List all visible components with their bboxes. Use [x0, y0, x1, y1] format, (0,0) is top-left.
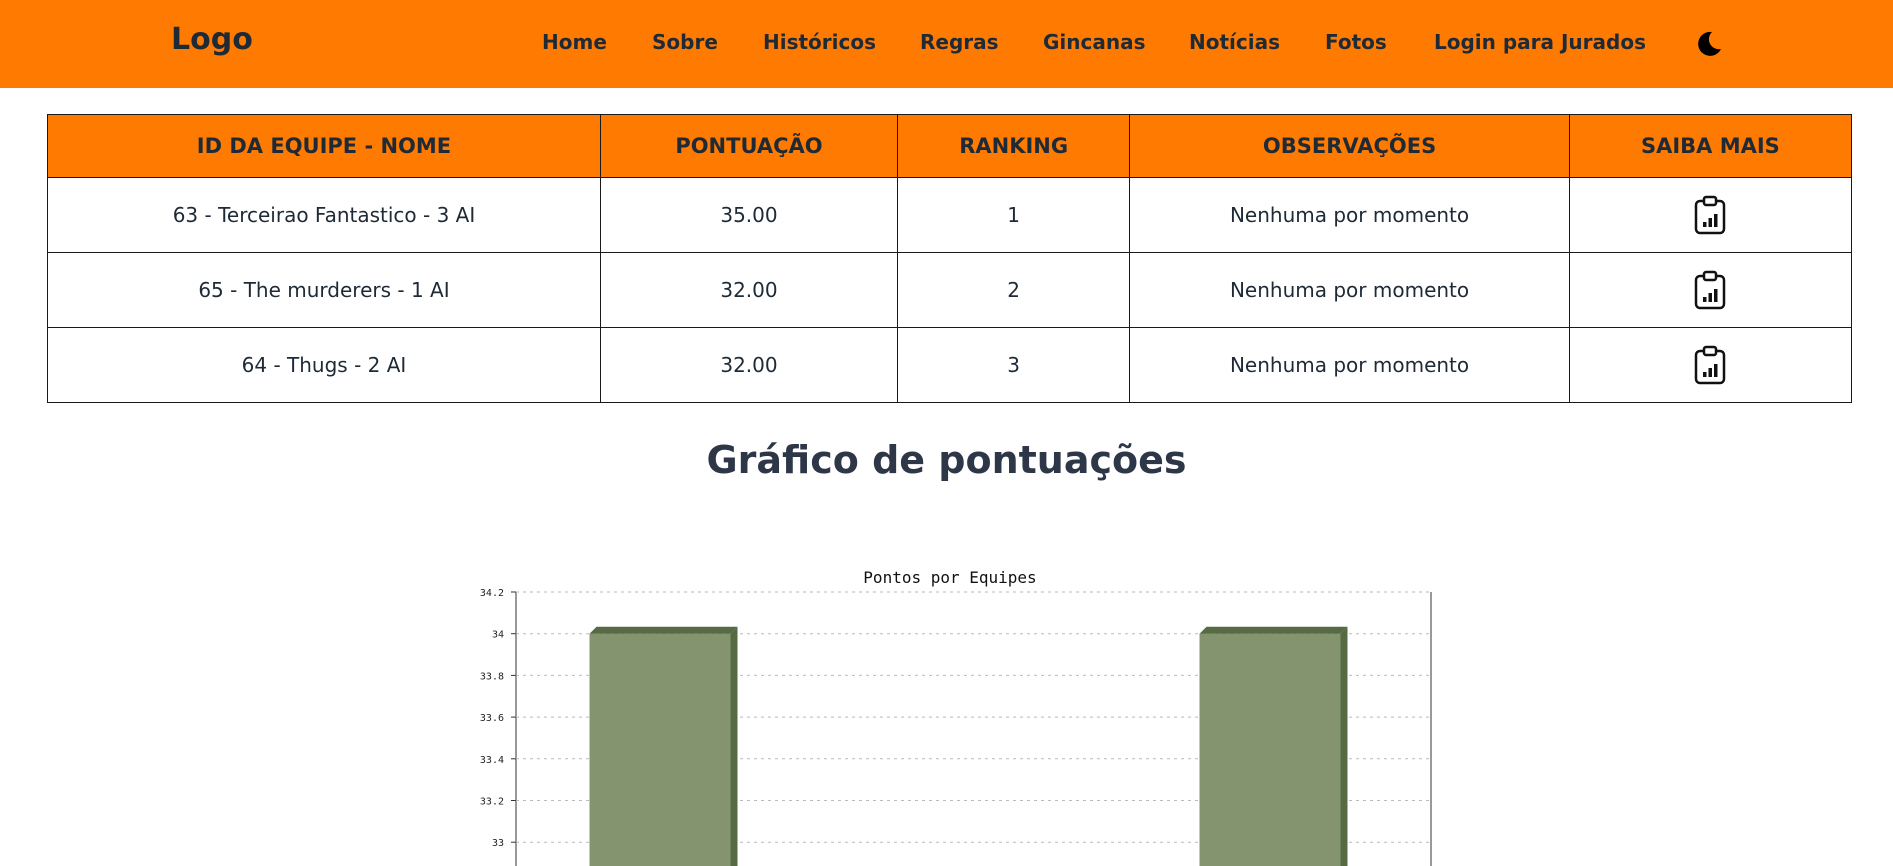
score-cell: 32.00 [599, 252, 898, 328]
ranking-table: ID DA EQUIPE - NOME PONTUAÇÃO RANKING OB… [47, 114, 1853, 403]
nav-noticias-link[interactable]: Notícias [1189, 30, 1280, 54]
team-cell: 64 - Thugs - 2 AI [47, 327, 601, 403]
chart-bar [589, 633, 731, 866]
chart-bar-side [730, 626, 738, 866]
y-tick-label: 33 [492, 838, 504, 849]
top-navbar: Logo Home Sobre Históricos Regras Gincan… [0, 0, 1893, 88]
y-tick-label: 33.6 [480, 713, 504, 724]
y-tick-label: 34.2 [480, 588, 504, 599]
nav-home-link[interactable]: Home [542, 30, 607, 54]
table-row: 64 - Thugs - 2 AI 32.00 3 Nenhuma por mo… [47, 327, 1853, 403]
more-cell [1568, 177, 1853, 253]
team-cell: 63 - Terceirao Fantastico - 3 AI [47, 177, 601, 253]
chart-bar-top [589, 626, 738, 634]
chart-canvas: 34.2 34 33.8 33.6 33.4 33.2 33 [480, 588, 1432, 866]
nav-historicos-link[interactable]: Históricos [763, 30, 876, 54]
y-tick-label: 33.8 [480, 671, 504, 682]
y-tick-label: 33.2 [480, 797, 504, 808]
chart-bar [1199, 633, 1341, 866]
chart-bar-top [1199, 626, 1348, 634]
rank-cell: 2 [896, 252, 1131, 328]
clipboard-chart-icon[interactable] [1693, 270, 1727, 310]
y-tick-label: 34 [492, 630, 504, 641]
col-header-ranking: RANKING [896, 114, 1131, 178]
table-header-row: ID DA EQUIPE - NOME PONTUAÇÃO RANKING OB… [47, 114, 1853, 178]
moon-icon[interactable] [1694, 29, 1724, 59]
nav-regras-link[interactable]: Regras [920, 30, 999, 54]
score-cell: 35.00 [599, 177, 898, 253]
nav-gincanas-link[interactable]: Gincanas [1043, 30, 1146, 54]
rank-cell: 3 [896, 327, 1131, 403]
nav-fotos-link[interactable]: Fotos [1325, 30, 1387, 54]
section-title: Gráfico de pontuações [706, 438, 1187, 482]
notes-cell: Nenhuma por momento [1129, 177, 1570, 253]
col-header-notes: OBSERVAÇÕES [1129, 114, 1570, 178]
table-row: 63 - Terceirao Fantastico - 3 AI 35.00 1… [47, 177, 1853, 253]
score-cell: 32.00 [599, 327, 898, 403]
nav-sobre-link[interactable]: Sobre [652, 30, 718, 54]
y-tick-label: 33.4 [480, 755, 504, 766]
team-cell: 65 - The murderers - 1 AI [47, 252, 601, 328]
chart-bar-side [1340, 626, 1348, 866]
table-row: 65 - The murderers - 1 AI 32.00 2 Nenhum… [47, 252, 1853, 328]
more-cell [1568, 327, 1853, 403]
clipboard-chart-icon[interactable] [1693, 195, 1727, 235]
col-header-score: PONTUAÇÃO [599, 114, 898, 178]
notes-cell: Nenhuma por momento [1129, 327, 1570, 403]
more-cell [1568, 252, 1853, 328]
col-header-team: ID DA EQUIPE - NOME [47, 114, 601, 178]
rank-cell: 1 [896, 177, 1131, 253]
notes-cell: Nenhuma por momento [1129, 252, 1570, 328]
col-header-more: SAIBA MAIS [1568, 114, 1853, 178]
main-nav: Home Sobre Históricos Regras Gincanas No… [0, 30, 1893, 60]
clipboard-chart-icon[interactable] [1693, 345, 1727, 385]
ranking-table-container: ID DA EQUIPE - NOME PONTUAÇÃO RANKING OB… [47, 114, 1853, 403]
nav-login-jurados-link[interactable]: Login para Jurados [1434, 30, 1646, 54]
score-chart: Pontos por Equipes 34.2 34 33.8 33.6 33.4 33.… [460, 560, 1440, 866]
